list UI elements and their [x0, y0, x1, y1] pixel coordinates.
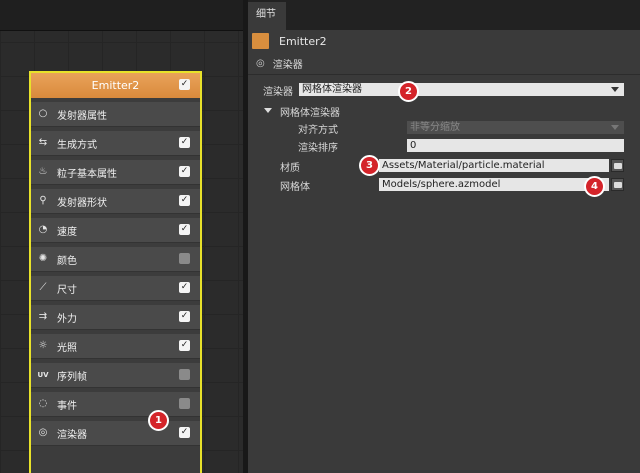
module-label: 事件 — [57, 400, 77, 412]
module-label: 生成方式 — [57, 139, 97, 151]
graph-toolbar — [0, 0, 243, 31]
module-row[interactable]: ⇆ 生成方式 ✓ — [31, 131, 200, 156]
annotation-badge-3: 3 — [359, 155, 380, 176]
align-dropdown: 非等分缩放 — [407, 121, 624, 134]
emitter-graph-canvas[interactable]: Emitter2 ✓ ○ 发射器属性 ⇆ 生成方式 ✓ ♨ 粒子基本属性 ✓ ⚲ 发射器形状 ✓ ◔ 速… — [0, 0, 243, 473]
annotation-badge-2: 2 — [398, 81, 419, 102]
emitter-enable-checkbox[interactable]: ✓ — [179, 79, 190, 90]
module-row[interactable]: ◔ 速度 ✓ — [31, 218, 200, 243]
sort-order-input[interactable]: 0 — [407, 139, 624, 152]
module-label: 速度 — [57, 226, 77, 238]
module-label: 发射器属性 — [57, 110, 107, 122]
component-header[interactable]: ◎ 渲染器 — [256, 56, 303, 71]
details-tab-bar: 细节 — [248, 0, 640, 30]
module-enable-checkbox[interactable]: ✓ — [179, 427, 190, 438]
annotation-badge-1: 1 — [148, 410, 169, 431]
entity-row: Emitter2 — [252, 33, 327, 49]
sort-label: 渲染排序 — [298, 143, 338, 154]
module-row[interactable]: ⟋ 尺寸 ✓ — [31, 276, 200, 301]
module-enable-checkbox[interactable]: ✓ — [179, 137, 190, 148]
emitter-node[interactable]: Emitter2 ✓ ○ 发射器属性 ⇆ 生成方式 ✓ ♨ 粒子基本属性 ✓ ⚲ 发射器形状 ✓ ◔ 速… — [29, 71, 202, 473]
mesh-path-field[interactable]: Models/sphere.azmodel — [379, 178, 609, 191]
event-dots-icon: ◌ — [38, 398, 48, 409]
mesh-label: 网格体 — [280, 182, 310, 193]
renderer-icon: ◎ — [256, 58, 265, 69]
uv-icon: UV — [37, 371, 49, 379]
emitter-node-title: Emitter2 — [91, 79, 140, 92]
renderer-icon: ◎ — [38, 427, 48, 438]
module-label: 颜色 — [57, 255, 77, 267]
module-enable-checkbox[interactable]: ✓ — [179, 311, 190, 322]
chevron-down-icon — [611, 87, 619, 92]
module-enable-checkbox[interactable]: ✓ — [179, 340, 190, 351]
module-enable-checkbox[interactable] — [179, 253, 190, 264]
module-enable-checkbox[interactable]: ✓ — [179, 224, 190, 235]
entity-name: Emitter2 — [279, 34, 327, 48]
module-row[interactable]: ♨ 粒子基本属性 ✓ — [31, 160, 200, 185]
flame-icon: ♨ — [38, 166, 48, 177]
emitter-color-icon — [252, 33, 269, 49]
module-label: 尺寸 — [57, 284, 77, 296]
module-enable-checkbox[interactable]: ✓ — [179, 282, 190, 293]
module-row[interactable]: ✺ 颜色 — [31, 247, 200, 272]
material-browse-folder-icon[interactable] — [611, 159, 624, 172]
renderer-label: 渲染器 — [263, 87, 293, 98]
module-row[interactable]: ◎ 渲染器 ✓ — [31, 421, 200, 446]
material-path-value: Assets/Material/particle.material — [382, 160, 545, 171]
mesh-path-value: Models/sphere.azmodel — [382, 179, 501, 190]
spawn-arrows-icon: ⇆ — [38, 137, 48, 148]
module-row[interactable]: ☼ 光照 ✓ — [31, 334, 200, 359]
sun-icon: ☼ — [38, 340, 48, 351]
mesh-renderer-section-title: 网格体渲染器 — [280, 108, 340, 119]
module-enable-checkbox[interactable] — [179, 369, 190, 380]
module-row[interactable]: ⚲ 发射器形状 ✓ — [31, 189, 200, 214]
module-enable-checkbox[interactable] — [179, 398, 190, 409]
module-label: 外力 — [57, 313, 77, 325]
palette-icon: ✺ — [38, 253, 48, 264]
details-panel: 细节 Emitter2 ◎ 渲染器 渲染器 网格体渲染器 网格体渲染器 对齐方式… — [248, 0, 640, 473]
location-pin-icon: ⚲ — [39, 195, 47, 206]
module-row[interactable]: ⇉ 外力 ✓ — [31, 305, 200, 330]
module-label: 序列帧 — [57, 371, 87, 383]
component-label: 渲染器 — [272, 60, 303, 71]
module-label: 发射器形状 — [57, 197, 107, 209]
module-enable-checkbox[interactable]: ✓ — [179, 195, 190, 206]
material-label: 材质 — [280, 163, 300, 174]
material-path-field[interactable]: Assets/Material/particle.material — [379, 159, 609, 172]
module-row[interactable]: UV 序列帧 — [31, 363, 200, 388]
module-row[interactable]: ○ 发射器属性 — [31, 102, 200, 127]
module-label: 粒子基本属性 — [57, 168, 117, 180]
module-label: 渲染器 — [57, 429, 87, 441]
emitter-node-header[interactable]: Emitter2 ✓ — [31, 73, 200, 98]
divider — [248, 74, 640, 75]
renderer-dropdown-value: 网格体渲染器 — [302, 84, 362, 95]
tab-details[interactable]: 细节 — [248, 2, 286, 30]
chevron-down-icon — [611, 125, 619, 130]
module-enable-checkbox[interactable]: ✓ — [179, 166, 190, 177]
force-arrows-icon: ⇉ — [38, 311, 48, 322]
renderer-dropdown[interactable]: 网格体渲染器 — [299, 83, 624, 96]
sort-order-value: 0 — [410, 140, 417, 151]
ruler-icon: ⟋ — [39, 282, 47, 293]
align-label: 对齐方式 — [298, 125, 338, 136]
align-dropdown-value: 非等分缩放 — [410, 122, 460, 133]
collapse-arrow-icon[interactable] — [264, 108, 272, 113]
module-row[interactable]: ◌ 事件 — [31, 392, 200, 417]
mesh-browse-folder-icon[interactable] — [611, 178, 624, 191]
annotation-badge-4: 4 — [584, 176, 605, 197]
module-label: 光照 — [57, 342, 77, 354]
circle-icon: ○ — [38, 108, 48, 119]
speedometer-icon: ◔ — [38, 224, 48, 235]
